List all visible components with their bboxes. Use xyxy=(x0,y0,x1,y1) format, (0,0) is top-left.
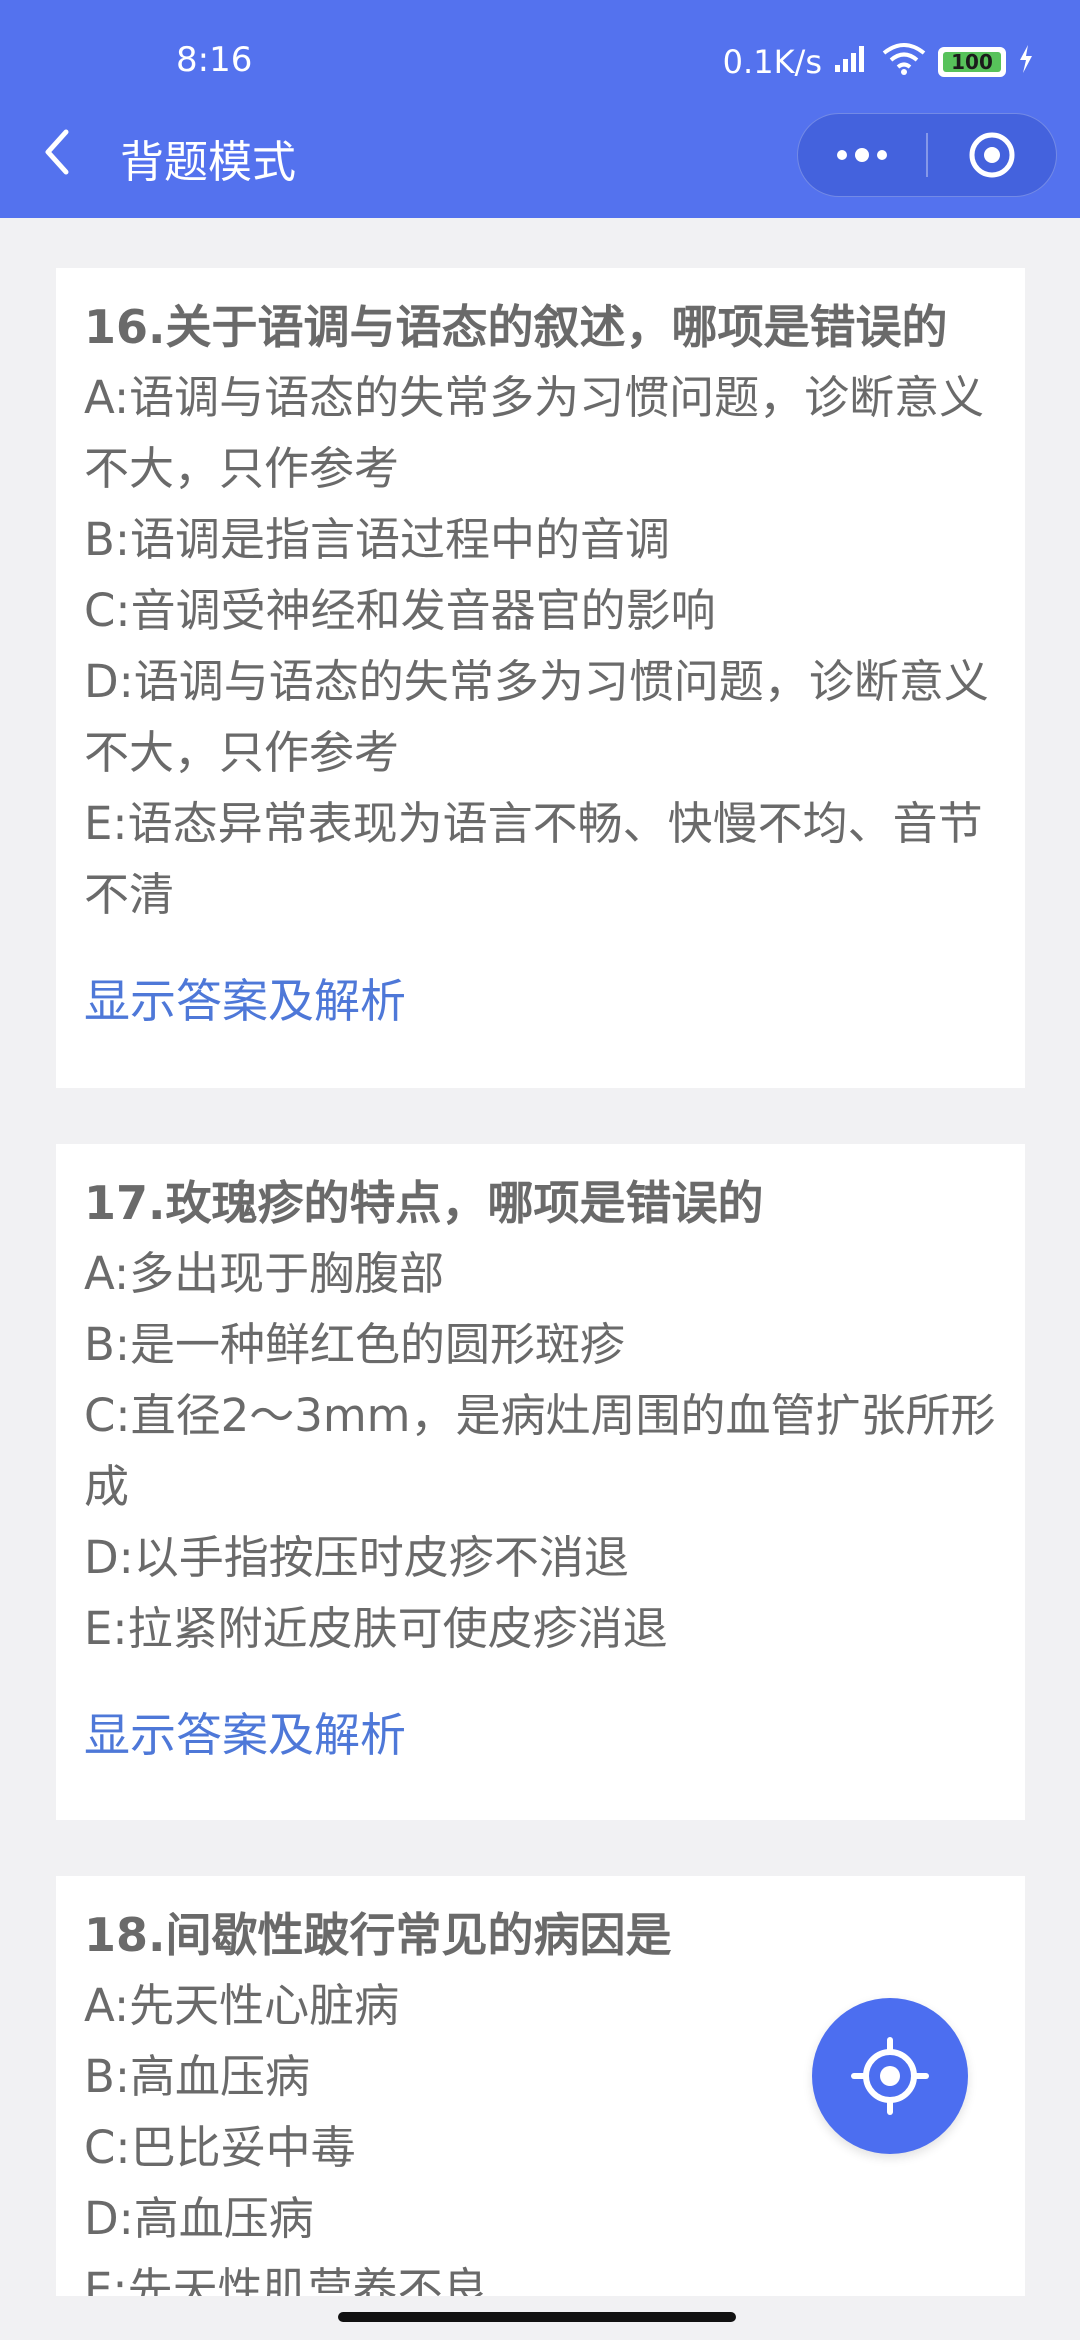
status-time: 8:16 xyxy=(176,40,253,80)
option-e: E:拉紧附近皮肤可使皮疹消退 xyxy=(84,1602,668,1655)
close-mini-program-button[interactable] xyxy=(928,114,1056,196)
option-b: B:是一种鲜红色的圆形斑疹 xyxy=(84,1318,626,1371)
battery-level: 100 xyxy=(951,50,993,74)
more-button[interactable] xyxy=(798,114,926,196)
option-d: D:以手指按压时皮疹不消退 xyxy=(84,1531,629,1584)
question-title: 16.关于语调与语态的叙述，哪项是错误的 xyxy=(84,300,948,354)
charging-icon xyxy=(1018,43,1034,81)
page-title: 背题模式 xyxy=(120,137,296,188)
back-icon xyxy=(45,129,69,175)
question-title: 17.玫瑰疹的特点，哪项是错误的 xyxy=(84,1176,764,1230)
locate-icon xyxy=(851,2037,929,2115)
question-title: 18.间歇性跛行常见的病因是 xyxy=(84,1908,672,1962)
locate-button[interactable] xyxy=(812,1998,968,2154)
option-d: D:高血压病 xyxy=(84,2192,314,2245)
option-c: C:音调受神经和发音器官的影响 xyxy=(84,584,716,637)
mini-program-capsule xyxy=(797,113,1057,197)
battery-icon: 100 xyxy=(938,47,1006,77)
option-a: A:语调与语态的失常多为习惯问题，诊断意义不大，只作参考 xyxy=(84,371,985,495)
more-icon xyxy=(837,148,887,162)
option-e: E:先天性肌营养不良 xyxy=(84,2263,488,2296)
back-button[interactable] xyxy=(30,122,90,182)
option-a: A:多出现于胸腹部 xyxy=(84,1247,445,1300)
network-speed: 0.1K/s xyxy=(722,43,822,81)
show-answer-link[interactable]: 显示答案及解析 xyxy=(84,1700,406,1770)
option-e: E:语态异常表现为语言不畅、快慢不均、音节不清 xyxy=(84,797,983,921)
wifi-icon xyxy=(882,41,926,83)
status-icons: 0.1K/s 100 xyxy=(723,40,1034,84)
app-header: 8:16 0.1K/s 100 背题模式 xyxy=(0,0,1080,218)
option-b: B:语调是指言语过程中的音调 xyxy=(84,513,671,566)
show-answer-link[interactable]: 显示答案及解析 xyxy=(84,966,406,1036)
home-indicator[interactable] xyxy=(338,2312,736,2322)
question-card: 17.玫瑰疹的特点，哪项是错误的 A:多出现于胸腹部 B:是一种鲜红色的圆形斑疹… xyxy=(56,1144,1025,1820)
option-c: C:直径2～3mm，是病灶周围的血管扩张所形成 xyxy=(84,1389,996,1513)
option-d: D:语调与语态的失常多为习惯问题，诊断意义不大，只作参考 xyxy=(84,655,989,779)
signal-icon xyxy=(834,43,870,81)
question-card: 16.关于语调与语态的叙述，哪项是错误的 A:语调与语态的失常多为习惯问题，诊断… xyxy=(56,268,1025,1088)
target-icon xyxy=(969,132,1015,178)
